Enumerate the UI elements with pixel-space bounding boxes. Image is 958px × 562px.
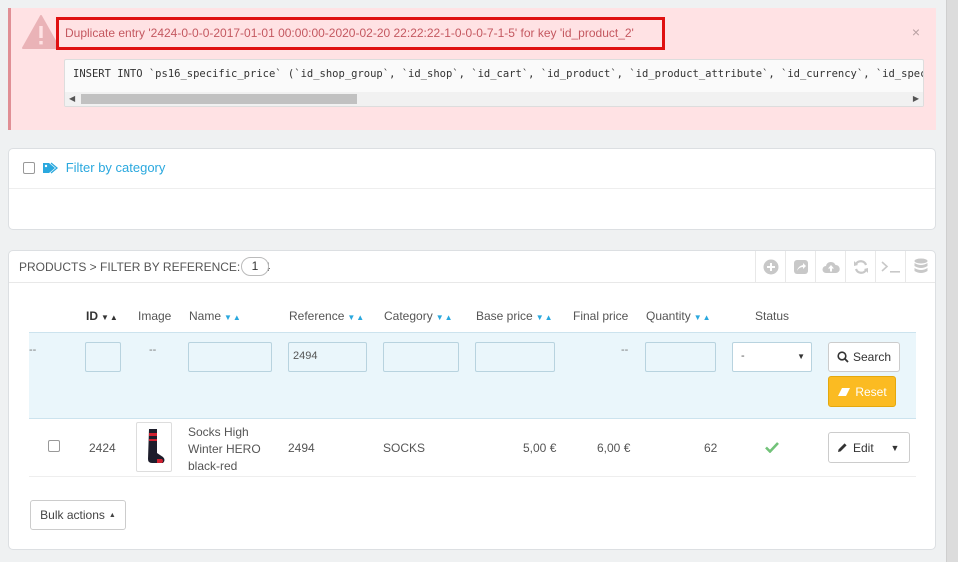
category-filter-input[interactable] bbox=[383, 342, 459, 372]
category-filter-header: Filter by category bbox=[9, 149, 935, 189]
sql-horizontal-scrollbar[interactable]: ◀ ▶ bbox=[65, 92, 923, 106]
product-final-price: 6,00 € bbox=[597, 441, 631, 455]
column-header-status: Status bbox=[755, 309, 790, 323]
refresh-icon[interactable] bbox=[845, 251, 875, 283]
column-header-name[interactable]: Name ▼▲ bbox=[189, 309, 242, 323]
column-header-id[interactable]: ID ▼▲ bbox=[86, 309, 119, 323]
scroll-left-icon[interactable]: ◀ bbox=[69, 94, 75, 103]
search-icon bbox=[837, 351, 849, 363]
image-filter-placeholder: -- bbox=[149, 344, 157, 356]
base-price-filter-input[interactable] bbox=[475, 342, 555, 372]
quantity-filter-input[interactable] bbox=[645, 342, 716, 372]
caret-down-icon: ▼ bbox=[797, 352, 805, 361]
product-count-badge: 1 bbox=[241, 257, 269, 276]
product-reference: 2494 bbox=[288, 441, 315, 455]
column-header-quantity[interactable]: Quantity ▼▲ bbox=[646, 309, 712, 323]
table-row: 2424 Socks High Winter HERO black-red 24… bbox=[29, 419, 916, 477]
final-price-filter-placeholder: -- bbox=[621, 344, 629, 356]
sql-query-icon[interactable] bbox=[875, 251, 905, 283]
products-panel: PRODUCTS > FILTER BY REFERENCE: 2494 1 I… bbox=[8, 250, 936, 550]
row-checkbox[interactable] bbox=[48, 440, 60, 452]
products-title: PRODUCTS > FILTER BY REFERENCE: 2494 bbox=[19, 260, 271, 274]
sort-icon[interactable]: ▼▲ bbox=[101, 313, 119, 322]
sql-query-text: INSERT INTO `ps16_specific_price` (`id_s… bbox=[73, 68, 923, 80]
eraser-icon bbox=[838, 387, 851, 396]
warning-icon bbox=[22, 15, 60, 49]
import-cloud-icon[interactable] bbox=[815, 251, 845, 283]
pencil-icon bbox=[838, 443, 847, 452]
status-enabled-check-icon[interactable] bbox=[765, 441, 779, 453]
products-toolbar bbox=[755, 251, 935, 283]
window-scrollbar[interactable] bbox=[946, 0, 958, 562]
column-header-base-price[interactable]: Base price ▼▲ bbox=[476, 309, 554, 323]
close-icon[interactable]: × bbox=[912, 24, 920, 40]
database-icon[interactable] bbox=[905, 251, 935, 283]
reference-filter-input[interactable]: 2494 bbox=[288, 342, 367, 372]
products-header: PRODUCTS > FILTER BY REFERENCE: 2494 1 bbox=[9, 251, 935, 283]
edit-dropdown-caret-icon[interactable]: ▼ bbox=[881, 433, 909, 462]
tags-icon bbox=[43, 162, 59, 174]
name-filter-input[interactable] bbox=[188, 342, 272, 372]
product-base-price: 5,00 € bbox=[523, 441, 557, 455]
column-header-final-price: Final price bbox=[573, 309, 629, 323]
reset-button[interactable]: Reset bbox=[828, 376, 896, 407]
error-alert: Duplicate entry '2424-0-0-0-2017-01-01 0… bbox=[8, 8, 936, 130]
bulk-actions-button[interactable]: Bulk actions ▲ bbox=[30, 500, 126, 530]
edit-button[interactable]: Edit ▼ bbox=[828, 432, 910, 463]
scroll-thumb[interactable] bbox=[81, 94, 357, 104]
filter-row: -- -- 2494 -- - ▼ Search Reset bbox=[29, 332, 916, 419]
sort-icon[interactable]: ▼▲ bbox=[224, 313, 242, 322]
socks-image bbox=[148, 429, 165, 463]
product-thumbnail[interactable] bbox=[136, 422, 172, 472]
sort-icon[interactable]: ▼▲ bbox=[347, 313, 365, 322]
sort-icon[interactable]: ▼▲ bbox=[694, 313, 712, 322]
alert-message: Duplicate entry '2424-0-0-0-2017-01-01 0… bbox=[56, 17, 665, 50]
column-header-reference[interactable]: Reference ▼▲ bbox=[289, 309, 365, 323]
product-category: SOCKS bbox=[383, 441, 426, 455]
column-header-image: Image bbox=[138, 309, 172, 323]
sort-icon[interactable]: ▼▲ bbox=[436, 313, 454, 322]
product-name[interactable]: Socks High Winter HERO black-red bbox=[188, 424, 261, 475]
category-filter-panel: Filter by category bbox=[8, 148, 936, 230]
id-filter-input[interactable] bbox=[85, 342, 121, 372]
product-id: 2424 bbox=[89, 441, 116, 455]
search-button[interactable]: Search bbox=[828, 342, 900, 372]
column-header-category[interactable]: Category ▼▲ bbox=[384, 309, 454, 323]
add-new-icon[interactable] bbox=[755, 251, 785, 283]
sort-icon[interactable]: ▼▲ bbox=[536, 313, 554, 322]
category-filter-checkbox[interactable] bbox=[23, 161, 35, 174]
status-filter-select[interactable]: - ▼ bbox=[732, 342, 812, 372]
sql-query-box[interactable]: INSERT INTO `ps16_specific_price` (`id_s… bbox=[64, 59, 924, 107]
filter-by-category-link[interactable]: Filter by category bbox=[66, 160, 166, 175]
scroll-right-icon[interactable]: ▶ bbox=[913, 94, 919, 103]
caret-up-icon: ▲ bbox=[108, 511, 116, 519]
select-all-placeholder: -- bbox=[29, 344, 37, 356]
export-icon[interactable] bbox=[785, 251, 815, 283]
product-quantity: 62 bbox=[704, 441, 718, 455]
